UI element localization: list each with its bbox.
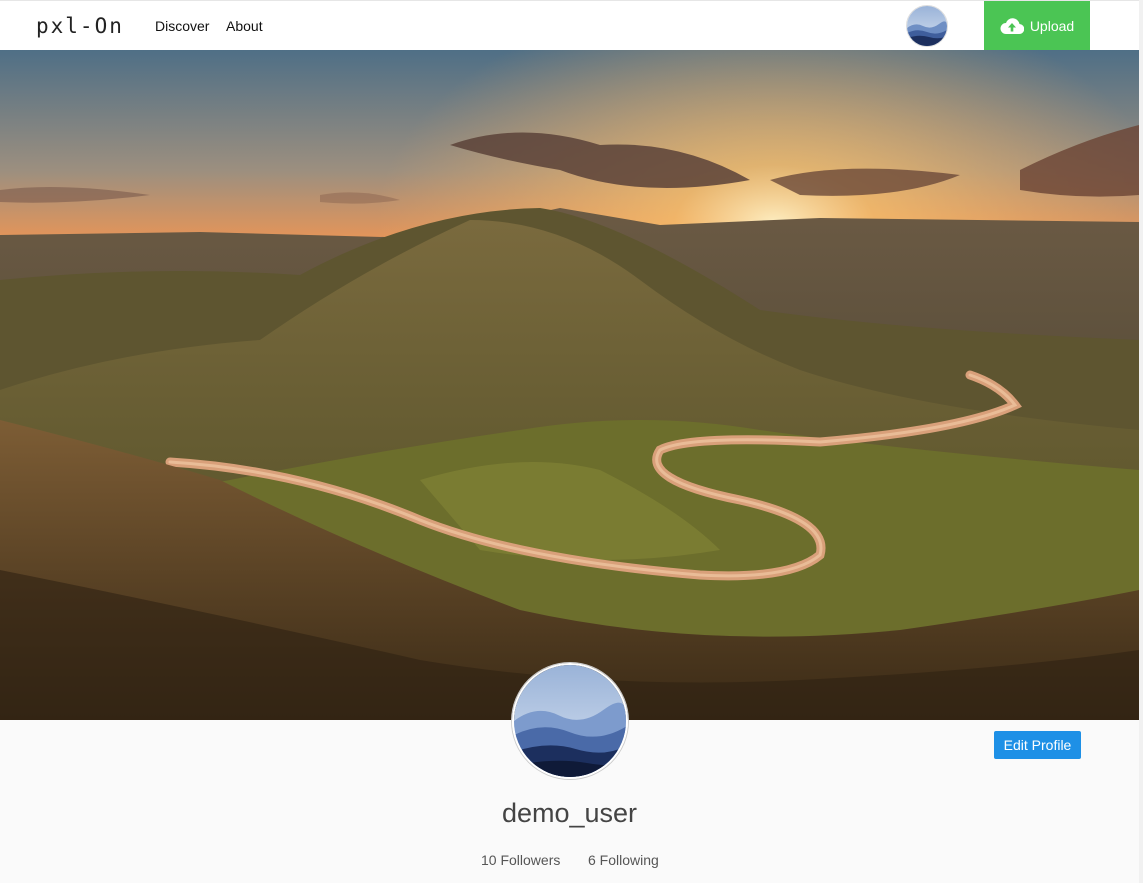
nav-link-about[interactable]: About [226, 18, 263, 34]
scrollbar[interactable] [1139, 0, 1143, 883]
cloud-upload-icon [1000, 17, 1024, 35]
edit-profile-button[interactable]: Edit Profile [994, 731, 1081, 759]
navbar: pxl-On Discover About Upload [0, 0, 1139, 51]
upload-label: Upload [1029, 17, 1075, 34]
profile-avatar[interactable] [512, 663, 628, 779]
profile-username: demo_user [501, 798, 638, 828]
avatar-image [907, 6, 947, 46]
user-avatar[interactable] [906, 5, 948, 47]
profile-avatar-image [514, 665, 626, 777]
following-count[interactable]: 6 Following [588, 852, 659, 868]
nav-link-discover[interactable]: Discover [155, 18, 209, 34]
cover-image [0, 50, 1139, 720]
brand-logo[interactable]: pxl-On [36, 14, 124, 38]
followers-count[interactable]: 10 Followers [481, 852, 560, 868]
cover-photo [0, 50, 1139, 720]
upload-button[interactable]: Upload [984, 1, 1090, 50]
